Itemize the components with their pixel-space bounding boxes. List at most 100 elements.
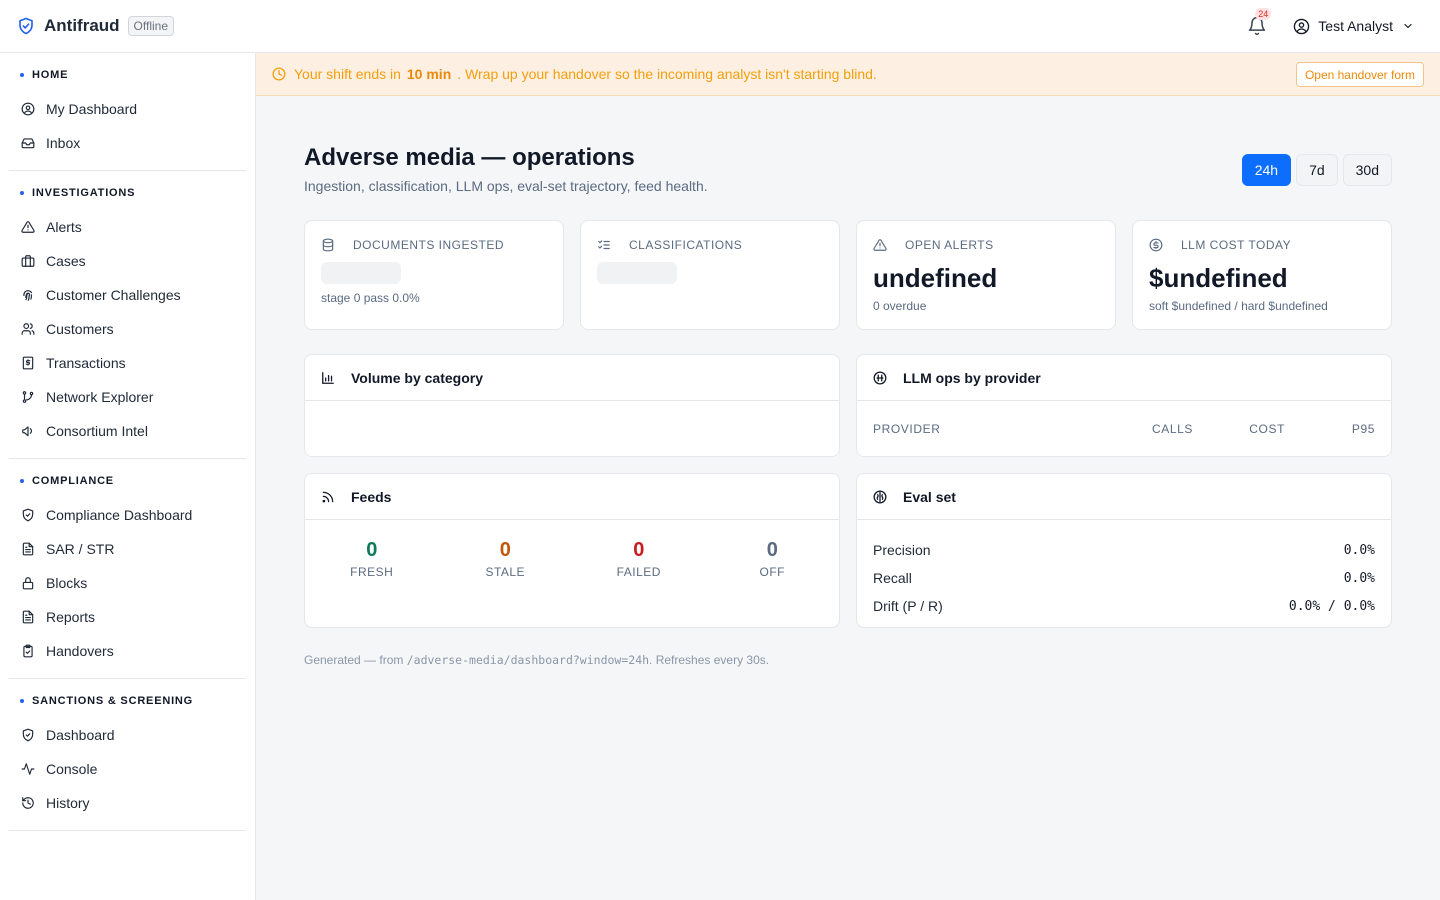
inbox-icon — [21, 138, 35, 149]
shift-banner-text: Your shift ends in 10 min . Wrap up your h… — [294, 66, 877, 82]
chevron-down-icon — [1402, 20, 1414, 32]
sidebar-item-cases[interactable]: Cases — [9, 244, 246, 278]
feed-label: OFF — [759, 565, 785, 579]
receipt-dollar-icon — [22, 356, 34, 370]
user-circle-icon — [1293, 18, 1310, 35]
warning-triangle-icon — [21, 221, 35, 233]
sidebar-item-console[interactable]: Console — [9, 752, 246, 786]
range-24h-button[interactable]: 24h — [1241, 154, 1292, 186]
dollar-circle-icon — [1149, 238, 1172, 252]
sidebar-item-label: Consortium Intel — [46, 423, 148, 439]
user-name: Test Analyst — [1318, 18, 1393, 34]
sidebar-item-sar-str[interactable]: SAR / STR — [9, 532, 246, 566]
warning-triangle-icon — [873, 238, 896, 252]
fingerprint-icon — [23, 290, 33, 301]
sidebar-item-label: My Dashboard — [46, 101, 138, 117]
eval-row-precision: Precision 0.0% — [873, 536, 1375, 564]
sidebar-item-history[interactable]: History — [9, 786, 246, 820]
feed-stats: 0 FRESH 0 STALE 0 FAILED 0 OFF — [305, 520, 839, 579]
sidebar-item-customers[interactable]: Customers — [9, 312, 246, 346]
user-circle-icon — [21, 102, 35, 116]
kpi-open-alerts: OPEN ALERTS undefined 0 overdue — [856, 220, 1116, 330]
banner-prefix: Your shift ends in — [294, 66, 401, 82]
metric-label: Drift (P / R) — [873, 598, 943, 614]
notifications-button[interactable]: 24 — [1247, 8, 1272, 36]
eval-set-panel: Eval set Precision 0.0% Recall 0.0% Drif… — [856, 473, 1392, 628]
nav-section-investigations: INVESTIGATIONS Alerts Cases Customer Challe… — [9, 171, 246, 459]
open-handover-form-button[interactable]: Open handover form — [1295, 62, 1424, 87]
panel-title: Feeds — [351, 488, 392, 505]
nav-heading-label: HOME — [32, 69, 69, 81]
user-menu[interactable]: Test Analyst — [1293, 18, 1414, 35]
notification-count-badge: 24 — [1255, 8, 1272, 20]
banner-time: 10 min — [406, 66, 452, 82]
sidebar-item-label: Inbox — [46, 135, 81, 151]
eval-row-drift: Drift (P / R) 0.0% / 0.0% — [873, 592, 1375, 620]
sidebar-item-reports[interactable]: Reports — [9, 600, 246, 634]
sidebar-item-label: Alerts — [46, 219, 82, 235]
range-7d-button[interactable]: 7d — [1296, 154, 1338, 186]
clipboard-check-icon — [23, 644, 33, 658]
feeds-panel: Feeds 0 FRESH 0 STALE 0 FAILED 0 OFF — [304, 473, 840, 628]
section-dot — [20, 479, 24, 483]
page-title: Adverse media — operations — [304, 144, 635, 171]
section-dot — [20, 73, 24, 77]
sidebar-item-compliance-dashboard[interactable]: Compliance Dashboard — [9, 498, 246, 532]
sidebar-item-customer-challenges[interactable]: Customer Challenges — [9, 278, 246, 312]
sidebar-item-inbox[interactable]: Inbox — [9, 126, 246, 160]
sidebar-item-label: Transactions — [46, 355, 126, 371]
metric-label: Precision — [873, 542, 931, 558]
feed-value: 0 — [499, 539, 511, 561]
brand[interactable]: Antifraud Offline — [17, 16, 175, 36]
table-header: PROVIDER CALLS COST P95 — [857, 401, 1391, 456]
sidebar-item-network-explorer[interactable]: Network Explorer — [9, 380, 246, 414]
footer-suffix: . Refreshes every 30s. — [649, 653, 770, 667]
activity-icon — [21, 763, 35, 775]
shield-check-icon — [22, 728, 34, 742]
clock-icon — [272, 67, 286, 81]
shift-banner: Your shift ends in 10 min . Wrap up your h… — [256, 53, 1440, 96]
feed-stat-fresh: 0 FRESH — [305, 539, 439, 579]
database-icon — [321, 238, 344, 252]
git-branch-icon — [22, 391, 34, 403]
sidebar-item-dashboard[interactable]: Dashboard — [9, 718, 246, 752]
feed-stat-off: 0 OFF — [706, 539, 840, 579]
sidebar-item-label: Compliance Dashboard — [46, 507, 193, 523]
metric-label: Recall — [873, 570, 912, 586]
sidebar-item-alerts[interactable]: Alerts — [9, 210, 246, 244]
footer-prefix: Generated — from — [304, 653, 404, 667]
sidebar-item-label: SAR / STR — [46, 541, 115, 557]
history-icon — [22, 797, 34, 809]
column-calls[interactable]: CALLS — [1103, 422, 1193, 436]
kpi-label: CLASSIFICATIONS — [629, 238, 743, 252]
sidebar-item-label: Dashboard — [46, 727, 115, 743]
feed-label: STALE — [485, 565, 526, 579]
sidebar-item-handovers[interactable]: Handovers — [9, 634, 246, 668]
llm-ops-panel: LLM ops by provider PROVIDER CALLS COST … — [856, 354, 1392, 457]
feed-value: 0 — [633, 539, 645, 561]
column-cost[interactable]: COST — [1193, 422, 1285, 436]
metric-value: 0.0% / 0.0% — [1288, 598, 1375, 614]
feed-stat-failed: 0 FAILED — [572, 539, 706, 579]
sidebar-item-label: Cases — [46, 253, 86, 269]
nav-heading-label: COMPLIANCE — [32, 475, 114, 487]
sidebar-item-label: Reports — [46, 609, 96, 625]
column-provider[interactable]: PROVIDER — [873, 422, 1103, 436]
eval-metrics: Precision 0.0% Recall 0.0% Drift (P / R)… — [857, 520, 1391, 620]
bar-chart-icon — [321, 371, 343, 385]
sidebar-item-my-dashboard[interactable]: My Dashboard — [9, 92, 246, 126]
range-30d-button[interactable]: 30d — [1342, 154, 1392, 186]
nav-heading-label: SANCTIONS & SCREENING — [32, 695, 194, 707]
sidebar-item-transactions[interactable]: Transactions — [9, 346, 246, 380]
panel-title: Volume by category — [351, 369, 484, 386]
panel-title: Eval set — [903, 488, 956, 505]
generated-footnote: Generated — from /adverse-media/dashboar… — [304, 653, 769, 667]
briefcase-icon — [21, 255, 35, 267]
sidebar-item-consortium-intel[interactable]: Consortium Intel — [9, 414, 246, 448]
lock-icon — [22, 577, 34, 590]
column-p95[interactable]: P95 — [1285, 422, 1375, 436]
kpi-value: $undefined — [1149, 263, 1288, 293]
section-dot — [20, 191, 24, 195]
sidebar-item-blocks[interactable]: Blocks — [9, 566, 246, 600]
kpi-documents-ingested: DOCUMENTS INGESTED stage 0 pass 0.0% — [304, 220, 564, 330]
